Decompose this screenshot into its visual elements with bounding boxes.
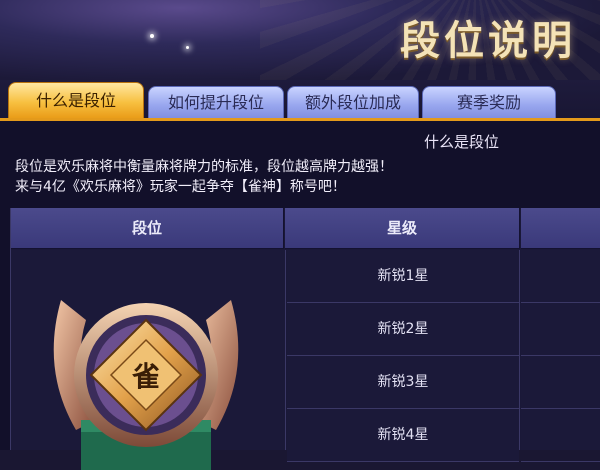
rank-emblem-icon: 雀 xyxy=(53,300,239,470)
tab-what-is-rank[interactable]: 什么是段位 xyxy=(8,82,144,127)
header-banner: 段位说明 xyxy=(0,0,600,80)
extra-cell xyxy=(521,250,600,303)
tab-how-to-rank-up[interactable]: 如何提升段位 xyxy=(148,86,284,119)
column-header-extra xyxy=(521,208,600,249)
column-header-rank: 段位 xyxy=(11,208,284,249)
tab-season-rewards[interactable]: 赛季奖励 xyxy=(422,86,556,119)
column-header-stars: 星级 xyxy=(285,208,520,249)
page-title: 段位说明 xyxy=(400,17,576,64)
stars-column: 新锐1星 新锐2星 新锐3星 新锐4星 xyxy=(287,250,520,462)
extra-cell xyxy=(521,303,600,356)
star-row: 新锐4星 xyxy=(287,409,519,462)
star-row: 新锐3星 xyxy=(287,356,519,409)
emblem-glyph: 雀 xyxy=(132,360,160,393)
sparkle-icon xyxy=(186,46,189,49)
extra-cell xyxy=(521,409,600,462)
intro-line-1: 段位是欢乐麻将中衡量麻将牌力的标准，段位越高牌力越强！ xyxy=(15,159,393,175)
sparkle-icon xyxy=(150,34,154,38)
tab-bar: 什么是段位 如何提升段位 额外段位加成 赛季奖励 xyxy=(0,80,600,127)
rank-table: 段位 星级 雀 新锐1星 新锐2星 新锐3星 新锐4星 xyxy=(10,208,600,470)
section-heading: 什么是段位 xyxy=(424,133,500,151)
extra-column xyxy=(521,250,600,462)
star-row: 新锐2星 xyxy=(287,303,519,356)
intro-text: 段位是欢乐麻将中衡量麻将牌力的标准，段位越高牌力越强！ 来与4亿《欢乐麻将》玩家… xyxy=(15,157,595,197)
intro-line-2: 来与4亿《欢乐麻将》玩家一起争夺【雀神】称号吧！ xyxy=(15,179,346,195)
rank-cell: 雀 xyxy=(11,250,286,470)
tab-extra-rank-bonus[interactable]: 额外段位加成 xyxy=(287,86,419,119)
extra-cell xyxy=(521,356,600,409)
star-row: 新锐1星 xyxy=(287,250,519,303)
